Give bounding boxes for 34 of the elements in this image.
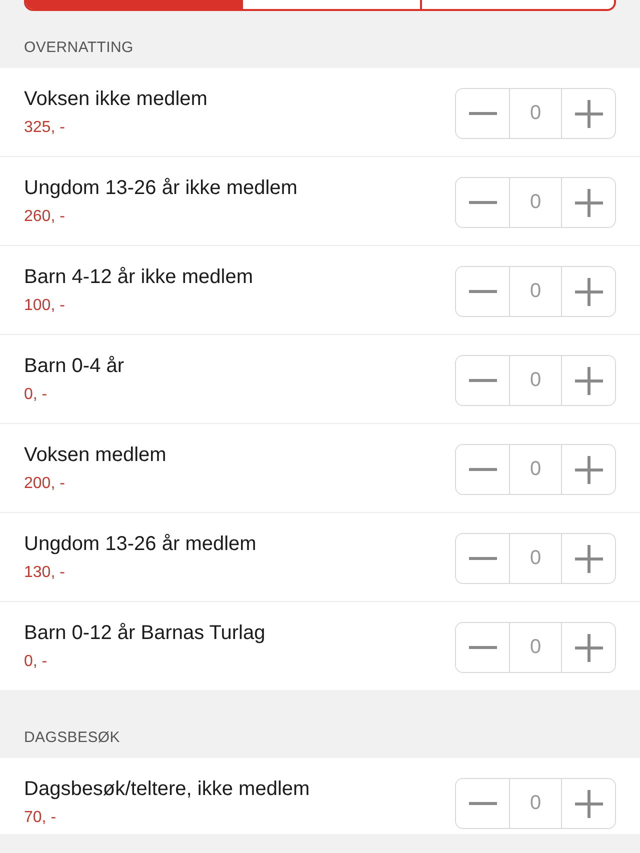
plus-icon <box>574 544 602 572</box>
minus-icon <box>468 290 496 293</box>
minus-icon <box>468 379 496 382</box>
ticket-price: 70, - <box>24 808 56 828</box>
ticket-name: Barn 0-4 år <box>24 354 124 378</box>
section-title: DAGSBESØK <box>24 728 120 748</box>
ticket-price: 0, - <box>24 385 48 405</box>
minus-icon <box>468 557 496 560</box>
minus-icon <box>468 646 496 649</box>
plus-icon <box>574 634 602 662</box>
ticket-name: Barn 4-12 år ikke medlem <box>24 265 253 289</box>
ticket-price: 100, - <box>24 296 65 316</box>
ticket-price: 200, - <box>24 474 65 494</box>
ticket-name: Ungdom 13-26 år ikke medlem <box>24 176 298 200</box>
minus-icon <box>468 802 496 805</box>
plus-icon <box>574 456 602 484</box>
ticket-price: 130, - <box>24 563 65 583</box>
section-title: OVERNATTING <box>24 38 134 58</box>
plus-icon <box>574 790 602 818</box>
ticket-name: Voksen medlem <box>24 443 166 467</box>
ticket-name: Dagsbesøk/teltere, ikke medlem <box>24 777 310 801</box>
ticket-price: 0, - <box>24 652 48 672</box>
ticket-name: Ungdom 13-26 år medlem <box>24 532 256 556</box>
minus-icon <box>468 468 496 471</box>
ticket-price: 325, - <box>24 118 65 138</box>
plus-icon <box>574 100 602 128</box>
ticket-name: Barn 0-12 år Barnas Turlag <box>24 621 266 645</box>
plus-icon <box>574 278 602 306</box>
minus-icon <box>468 201 496 204</box>
minus-icon <box>468 112 496 115</box>
plus-icon <box>574 366 602 394</box>
plus-icon <box>574 188 602 216</box>
ticket-name: Voksen ikke medlem <box>24 87 208 111</box>
ticket-price: 260, - <box>24 207 65 227</box>
